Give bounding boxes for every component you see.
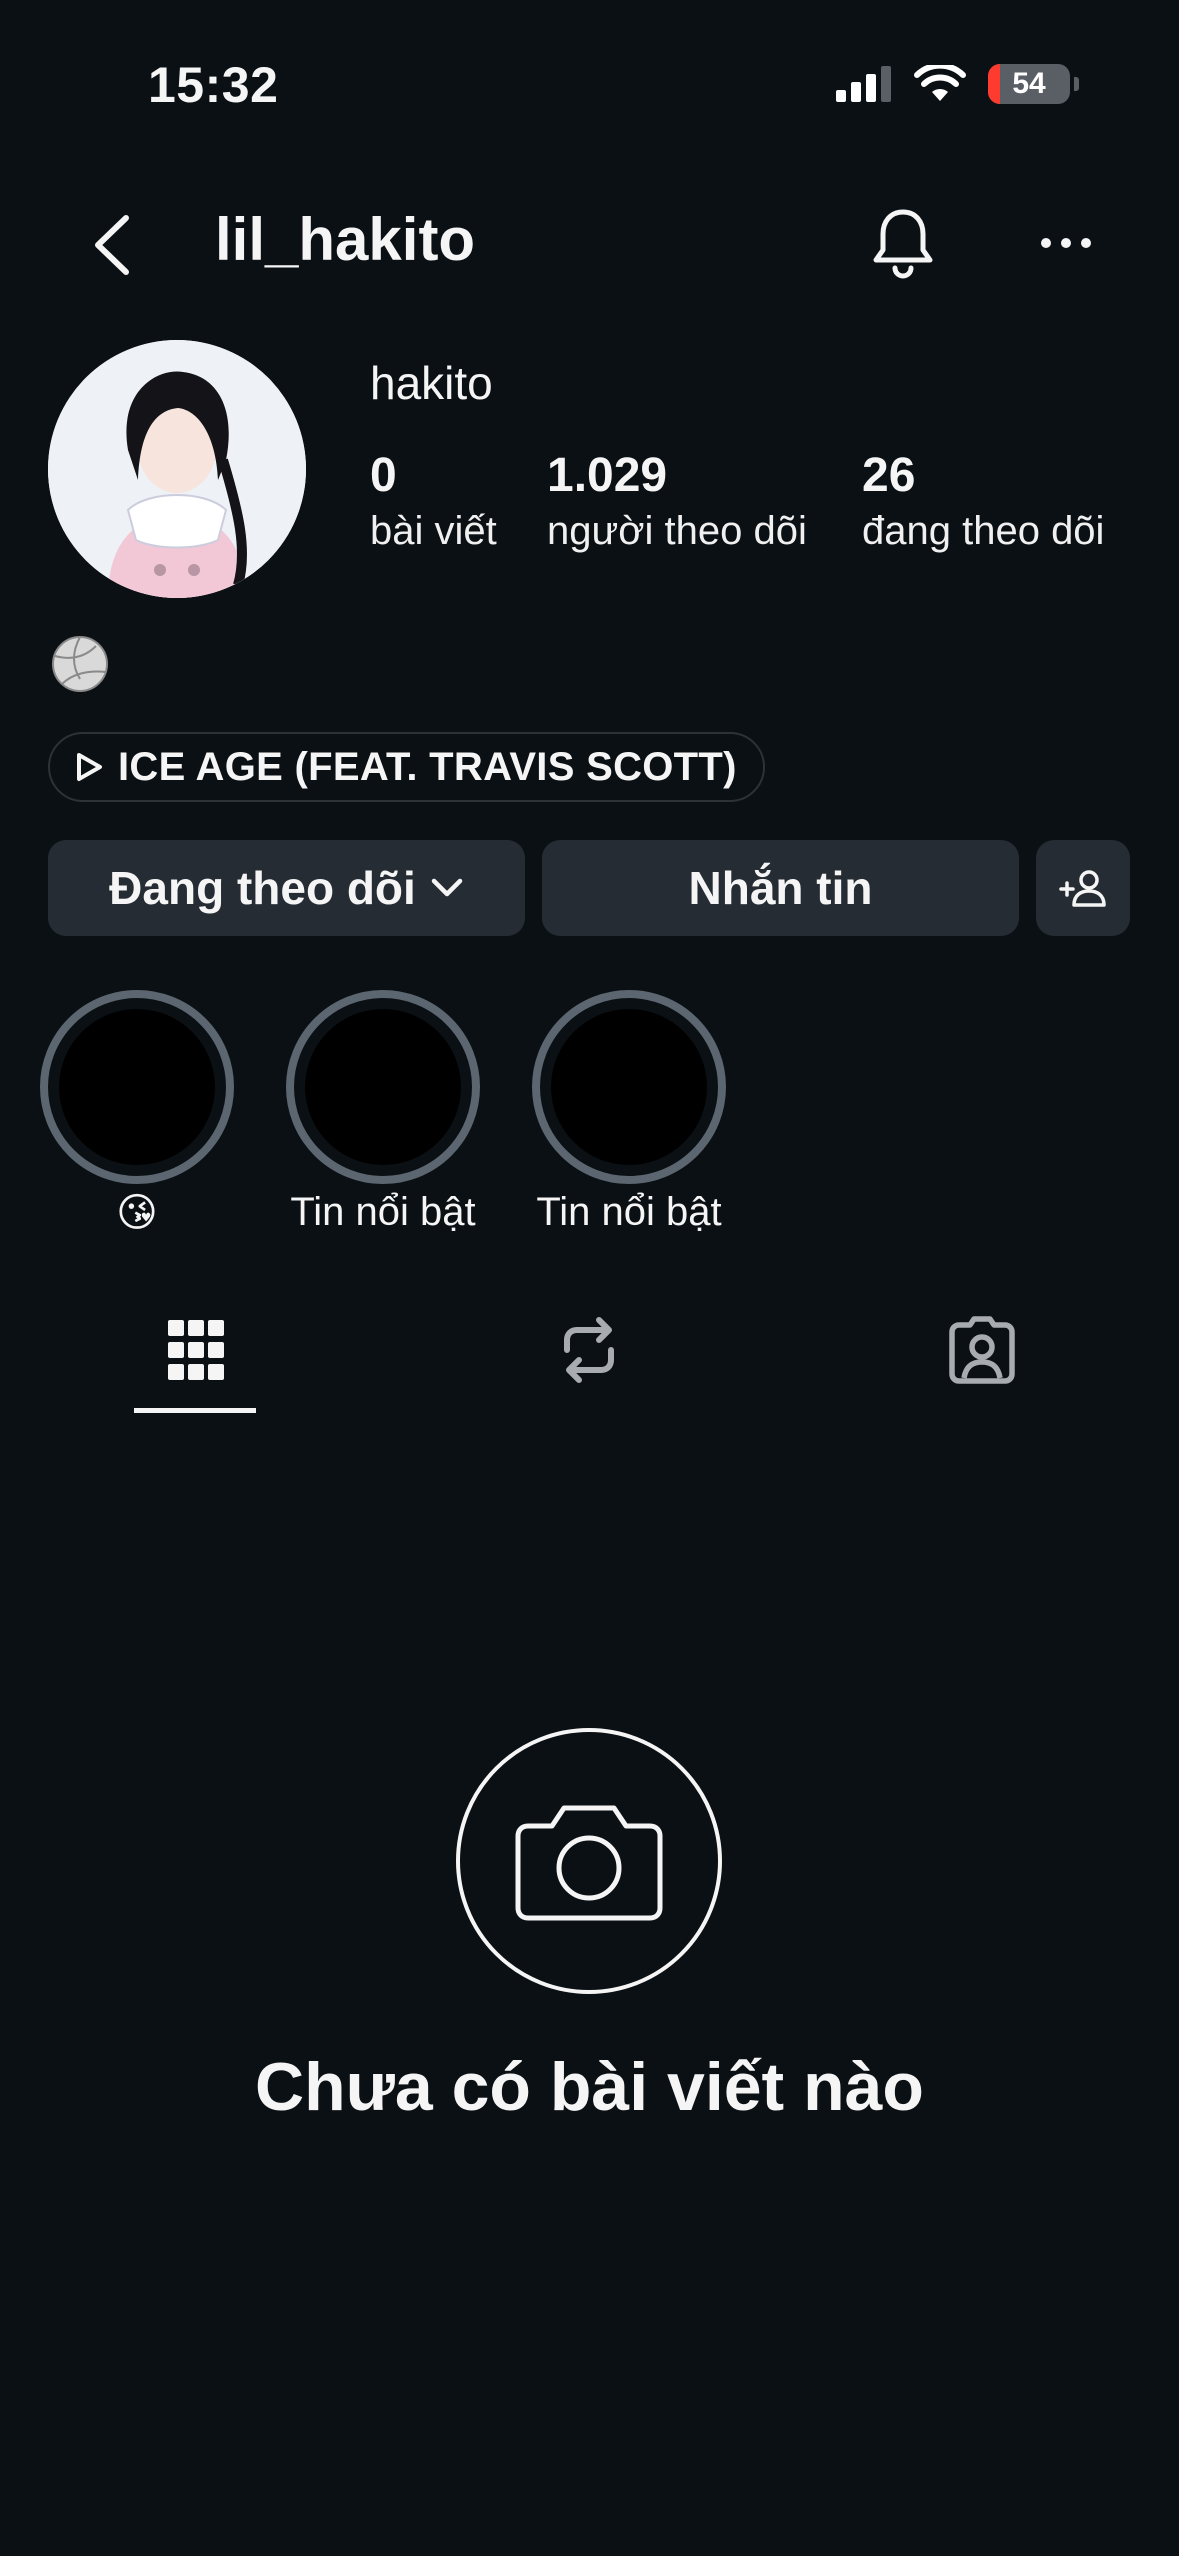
chevron-down-icon xyxy=(431,878,463,897)
music-title: ICE AGE (FEAT. TRAVIS SCOTT) xyxy=(118,744,737,789)
avatar[interactable] xyxy=(48,340,306,598)
camera-icon xyxy=(515,1805,663,1921)
battery-icon: 54 xyxy=(988,64,1070,104)
grid-icon[interactable] xyxy=(156,1310,236,1390)
highlight-ring xyxy=(286,990,480,1184)
battery-level: 54 xyxy=(1012,67,1046,100)
stat-value: 26 xyxy=(862,449,916,502)
highlight-label: 😘 xyxy=(116,1191,158,1235)
page-title: lil_hakito xyxy=(215,206,476,273)
status-icons: 54 xyxy=(836,64,1079,104)
signal-icon xyxy=(836,66,891,102)
highlight-item[interactable]: Tin nổi bật xyxy=(286,990,480,1234)
music-pill[interactable]: ICE AGE (FEAT. TRAVIS SCOTT) xyxy=(48,732,765,802)
highlight-label: Tin nổi bật xyxy=(290,1190,476,1234)
stat-followers[interactable]: 1.029 người theo dõi xyxy=(547,448,807,558)
empty-state-title: Chưa có bài viết nào xyxy=(255,2049,924,2125)
stat-following[interactable]: 26 đang theo dõi xyxy=(862,448,1104,558)
play-icon xyxy=(77,753,102,781)
highlight-label: Tin nổi bật xyxy=(536,1190,722,1234)
bell-icon[interactable] xyxy=(868,206,938,280)
profile-screen: 15:32 54 lil_hakito hakito 0 bài viết 1.… xyxy=(0,0,1179,2556)
highlight-item[interactable]: 😘 xyxy=(40,990,234,1235)
highlight-ring xyxy=(40,990,234,1184)
following-label: Đang theo dõi xyxy=(109,862,416,914)
stat-label: đang theo dõi xyxy=(862,509,1105,553)
stat-label: người theo dõi xyxy=(547,509,807,553)
stat-posts[interactable]: 0 bài viết xyxy=(370,448,497,558)
stat-label: bài viết xyxy=(370,509,497,553)
volleyball-icon xyxy=(52,636,108,692)
stat-value: 0 xyxy=(370,449,397,502)
highlight-ring xyxy=(532,990,726,1184)
back-icon[interactable] xyxy=(86,210,146,280)
add-user-button[interactable] xyxy=(1036,840,1130,936)
reposts-icon[interactable] xyxy=(549,1310,629,1390)
message-button[interactable]: Nhắn tin xyxy=(542,840,1019,936)
more-icon[interactable] xyxy=(1036,226,1096,260)
display-name: hakito xyxy=(370,357,493,409)
following-button[interactable]: Đang theo dõi xyxy=(48,840,525,936)
add-user-icon xyxy=(1059,870,1106,907)
wifi-icon xyxy=(914,65,966,101)
status-time: 15:32 xyxy=(148,57,279,113)
active-tab-indicator xyxy=(134,1408,256,1413)
highlight-item[interactable]: Tin nổi bật xyxy=(532,990,726,1234)
message-label: Nhắn tin xyxy=(688,862,873,914)
tagged-icon[interactable] xyxy=(942,1310,1022,1390)
empty-state-circle xyxy=(456,1728,722,1994)
stat-value: 1.029 xyxy=(547,449,668,502)
